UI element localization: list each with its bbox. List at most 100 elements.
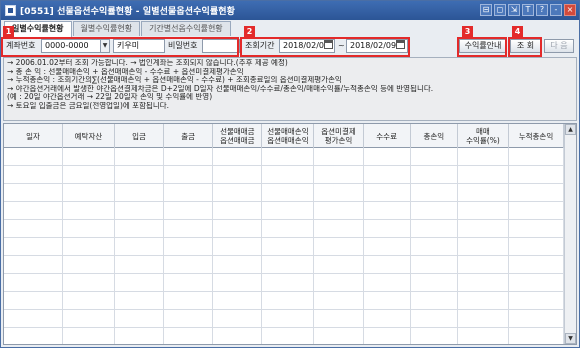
window-title: [0551] 선물옵션수익률현황 - 일별선물옵션수익률현황 bbox=[20, 7, 236, 17]
minimize-icon[interactable]: - bbox=[550, 4, 562, 16]
table-cell bbox=[262, 166, 315, 184]
notice-line: (예 : 20일 야간옵션거래 → 22일 20일자 손익 및 수익률에 반영) bbox=[7, 93, 213, 102]
column-header[interactable]: 수수료 bbox=[364, 124, 411, 148]
table-cell bbox=[509, 166, 564, 184]
table-cell bbox=[364, 148, 411, 166]
table-cell bbox=[509, 310, 564, 328]
table-row[interactable] bbox=[4, 310, 564, 328]
table-cell bbox=[164, 202, 214, 220]
table-row[interactable] bbox=[4, 148, 564, 166]
table-cell bbox=[115, 202, 165, 220]
dock-icon[interactable]: ⇲ bbox=[508, 4, 520, 16]
callout-number-4: 4 bbox=[512, 26, 523, 37]
table-cell bbox=[262, 238, 315, 256]
table-row[interactable] bbox=[4, 220, 564, 238]
table-cell bbox=[115, 310, 165, 328]
table-cell bbox=[213, 238, 263, 256]
table-cell bbox=[458, 328, 509, 344]
column-header[interactable]: 입금 bbox=[115, 124, 165, 148]
table-cell bbox=[314, 328, 364, 344]
table-cell bbox=[509, 202, 564, 220]
column-header[interactable]: 선물매매손익 옵션매매손익 bbox=[262, 124, 315, 148]
column-header[interactable]: 옵션미결제 평가손익 bbox=[314, 124, 364, 148]
help-icon[interactable]: ? bbox=[536, 4, 548, 16]
table-row[interactable] bbox=[4, 202, 564, 220]
column-header[interactable]: 선물매매금 옵션매매금 bbox=[213, 124, 263, 148]
window-icon[interactable]: ◻ bbox=[494, 4, 506, 16]
callout-box-guide bbox=[457, 37, 507, 57]
table-cell bbox=[314, 148, 364, 166]
table-cell bbox=[63, 328, 115, 344]
app-icon bbox=[5, 5, 16, 16]
next-button[interactable]: 다 음 bbox=[544, 39, 574, 53]
table-cell bbox=[314, 220, 364, 238]
table-cell bbox=[164, 184, 214, 202]
table-cell bbox=[4, 148, 63, 166]
table-cell bbox=[364, 220, 411, 238]
table-cell bbox=[364, 238, 411, 256]
table-cell bbox=[458, 148, 509, 166]
tab-monthly-return[interactable]: 월별수익률현황 bbox=[72, 21, 141, 36]
close-icon[interactable]: × bbox=[564, 4, 576, 16]
table-cell bbox=[262, 328, 315, 344]
table-cell bbox=[213, 202, 263, 220]
table-cell bbox=[314, 292, 364, 310]
table-cell bbox=[411, 220, 458, 238]
return-grid: 일자 예탁자산 입금 출금 선물매매금 옵션매매금 선물매매손익 옵션매매손익 옵션미결제 평가손… bbox=[3, 123, 577, 345]
table-cell bbox=[63, 310, 115, 328]
title-bar: [0551] 선물옵션수익률현황 - 일별선물옵션수익률현황 ⊟ ◻ ⇲ T ?… bbox=[1, 1, 579, 20]
table-cell bbox=[411, 256, 458, 274]
table-cell bbox=[458, 256, 509, 274]
scroll-up-icon[interactable]: ▲ bbox=[565, 124, 576, 135]
column-header[interactable]: 예탁자산 bbox=[63, 124, 115, 148]
table-cell bbox=[314, 256, 364, 274]
tab-bar: 일별수익률현황 월별수익률현황 기간별선옵수익률현황 bbox=[4, 21, 231, 37]
table-cell bbox=[164, 256, 214, 274]
table-cell bbox=[4, 310, 63, 328]
table-cell bbox=[411, 238, 458, 256]
table-cell bbox=[4, 202, 63, 220]
notice-line: → 총 손 익 : 선물매매손익 + 옵션매매손익 - 수수료 + 옵션미결제평… bbox=[7, 67, 244, 76]
table-cell bbox=[411, 148, 458, 166]
table-row[interactable] bbox=[4, 292, 564, 310]
table-row[interactable] bbox=[4, 238, 564, 256]
table-row[interactable] bbox=[4, 166, 564, 184]
table-cell bbox=[314, 310, 364, 328]
table-cell bbox=[115, 184, 165, 202]
table-cell bbox=[213, 274, 263, 292]
column-header[interactable]: 일자 bbox=[4, 124, 63, 148]
table-row[interactable] bbox=[4, 274, 564, 292]
table-cell bbox=[411, 310, 458, 328]
table-cell bbox=[164, 310, 214, 328]
column-header[interactable]: 누적총손익 bbox=[509, 124, 564, 148]
table-cell bbox=[509, 274, 564, 292]
table-cell bbox=[4, 256, 63, 274]
link-icon[interactable]: ⊟ bbox=[480, 4, 492, 16]
column-header[interactable]: 매매 수익률(%) bbox=[458, 124, 509, 148]
table-cell bbox=[213, 166, 263, 184]
table-cell bbox=[458, 310, 509, 328]
table-row[interactable] bbox=[4, 184, 564, 202]
column-header[interactable]: 출금 bbox=[164, 124, 214, 148]
notice-line: → 야간옵션거래에서 발생한 야간옵션결제차금은 D+2일에 D일자 선물매매손… bbox=[7, 84, 434, 93]
notice-line: → 2006.01.02부터 조회 가능합니다. → 법인계좌는 조회되지 않습… bbox=[7, 59, 288, 67]
table-cell bbox=[262, 184, 315, 202]
table-cell bbox=[314, 166, 364, 184]
table-cell bbox=[115, 238, 165, 256]
callout-box-account bbox=[1, 37, 239, 57]
table-row[interactable] bbox=[4, 328, 564, 344]
vertical-scrollbar[interactable]: ▲ ▼ bbox=[564, 124, 576, 344]
table-cell bbox=[411, 292, 458, 310]
scroll-down-icon[interactable]: ▼ bbox=[565, 333, 576, 344]
table-row[interactable] bbox=[4, 256, 564, 274]
table-cell bbox=[509, 328, 564, 344]
tab-period-return[interactable]: 기간별선옵수익률현황 bbox=[141, 21, 231, 36]
column-header[interactable]: 총손익 bbox=[411, 124, 458, 148]
table-cell bbox=[458, 166, 509, 184]
font-icon[interactable]: T bbox=[522, 4, 534, 16]
tab-daily-return[interactable]: 일별수익률현황 bbox=[4, 21, 72, 37]
table-cell bbox=[458, 274, 509, 292]
notice-line: → 토요일 입출금은 금요일(전영업일)에 포함됩니다. bbox=[7, 101, 170, 110]
table-cell bbox=[458, 184, 509, 202]
table-cell bbox=[509, 220, 564, 238]
